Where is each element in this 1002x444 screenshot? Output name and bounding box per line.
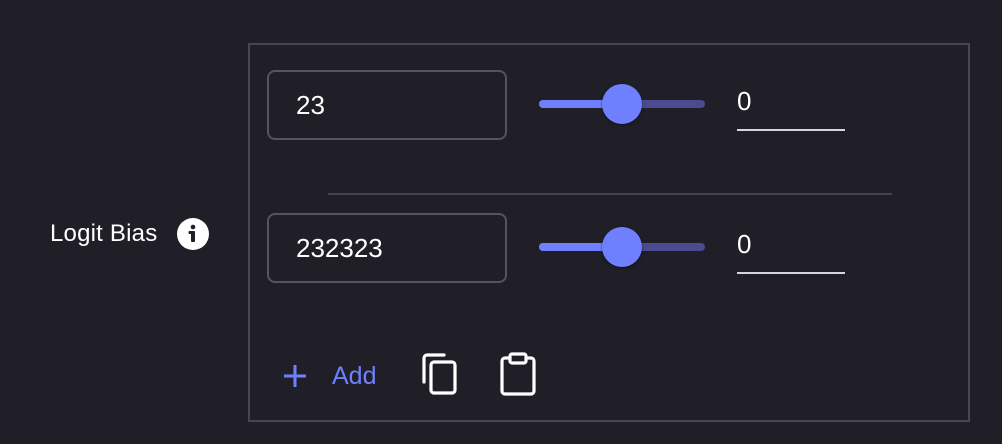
token-input[interactable] (267, 70, 507, 140)
slider-thumb[interactable] (602, 84, 642, 124)
bias-slider[interactable] (539, 227, 705, 267)
copy-icon (420, 352, 460, 401)
plus-icon (280, 361, 310, 391)
bias-value-input[interactable] (737, 82, 845, 131)
logit-bias-label-group: Logit Bias (50, 218, 210, 250)
logit-bias-settings: Logit Bias 23 0 232323 0 Add (0, 0, 1002, 444)
add-button[interactable]: Add (280, 361, 376, 391)
info-icon[interactable] (177, 218, 210, 250)
paste-button[interactable] (496, 351, 540, 401)
row-divider (328, 193, 892, 195)
bias-value-input[interactable] (737, 225, 845, 274)
bias-slider[interactable] (539, 84, 705, 124)
bias-row (267, 70, 947, 140)
logit-bias-label: Logit Bias (50, 220, 158, 247)
token-input[interactable] (267, 213, 507, 283)
logit-bias-panel: Add (248, 43, 970, 422)
bias-row (267, 213, 947, 283)
copy-button[interactable] (418, 352, 462, 401)
panel-actions: Add (280, 351, 540, 401)
slider-thumb[interactable] (602, 227, 642, 267)
clipboard-icon (499, 351, 537, 401)
add-button-label: Add (332, 361, 377, 390)
